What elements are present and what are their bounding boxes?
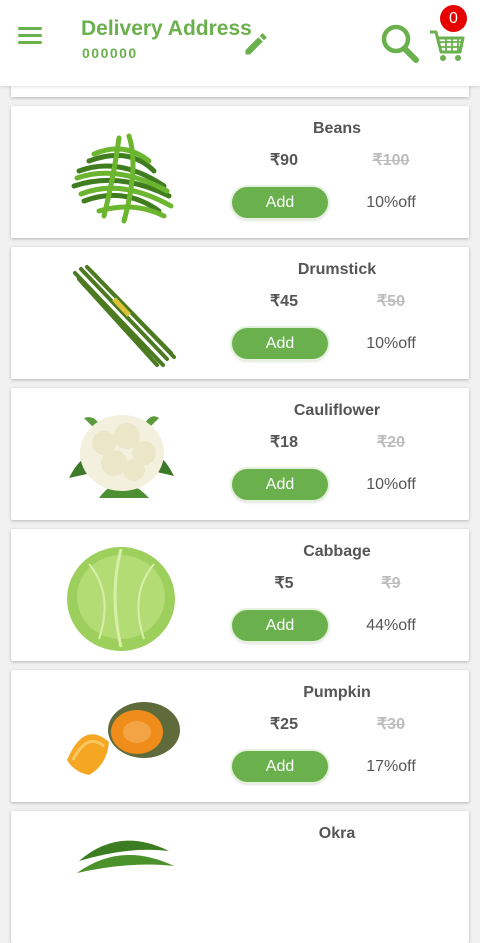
okra-image (77, 840, 174, 873)
product-card-pumpkin: Pumpkin ₹25 ₹30 Add 17%off (11, 670, 469, 802)
product-mrp: ₹50 (377, 293, 405, 310)
product-mrp: ₹9 (381, 575, 401, 592)
product-name: Drumstick (297, 261, 377, 278)
product-name: Cabbage (303, 543, 371, 560)
discount-label: 17%off (366, 758, 416, 775)
product-price: ₹90 (270, 152, 298, 169)
product-name: Okra (318, 825, 356, 842)
cart-icon[interactable] (428, 26, 466, 64)
add-to-cart-button[interactable]: Add (232, 610, 328, 641)
product-price: ₹25 (270, 716, 298, 733)
product-price: ₹18 (270, 434, 298, 451)
product-card-beans: Beans ₹90 ₹100 Add 10%off (11, 106, 469, 238)
product-name: Beans (312, 120, 362, 137)
drumstick-image (73, 265, 176, 367)
product-name: Pumpkin (303, 684, 371, 701)
pumpkin-image (67, 702, 180, 775)
product-card-okra: Okra (11, 811, 469, 943)
product-mrp: ₹100 (372, 152, 410, 169)
add-to-cart-button[interactable]: Add (232, 187, 328, 218)
app-header: Delivery Address 000000 (0, 0, 480, 86)
discount-label: 10%off (366, 476, 416, 493)
product-name: Cauliflower (293, 402, 381, 419)
product-card-drumstick: Drumstick ₹45 ₹50 Add 10%off (11, 247, 469, 379)
cauliflower-image (69, 415, 174, 498)
add-to-cart-button[interactable]: Add (232, 751, 328, 782)
product-price: ₹45 (270, 293, 298, 310)
product-price: ₹5 (274, 575, 294, 592)
edit-icon[interactable] (242, 30, 270, 58)
search-icon[interactable] (380, 22, 420, 64)
add-to-cart-button[interactable]: Add (232, 328, 328, 359)
discount-label: 44%off (366, 617, 416, 634)
delivery-address-title[interactable]: Delivery Address (81, 17, 252, 41)
product-mrp: ₹20 (377, 434, 405, 451)
delivery-pincode: 000000 (82, 45, 138, 61)
green-beans-image (71, 133, 174, 224)
menu-icon[interactable] (18, 24, 46, 48)
discount-label: 10%off (366, 194, 416, 211)
product-card-cauliflower: Cauliflower ₹18 ₹20 Add 10%off (11, 388, 469, 520)
cart-count-badge[interactable]: 0 (440, 5, 467, 32)
add-to-cart-button[interactable]: Add (232, 469, 328, 500)
product-mrp: ₹30 (377, 716, 405, 733)
product-card-cabbage: Cabbage ₹5 ₹9 Add 44%off (11, 529, 469, 661)
cabbage-image (67, 547, 175, 651)
discount-label: 10%off (366, 335, 416, 352)
